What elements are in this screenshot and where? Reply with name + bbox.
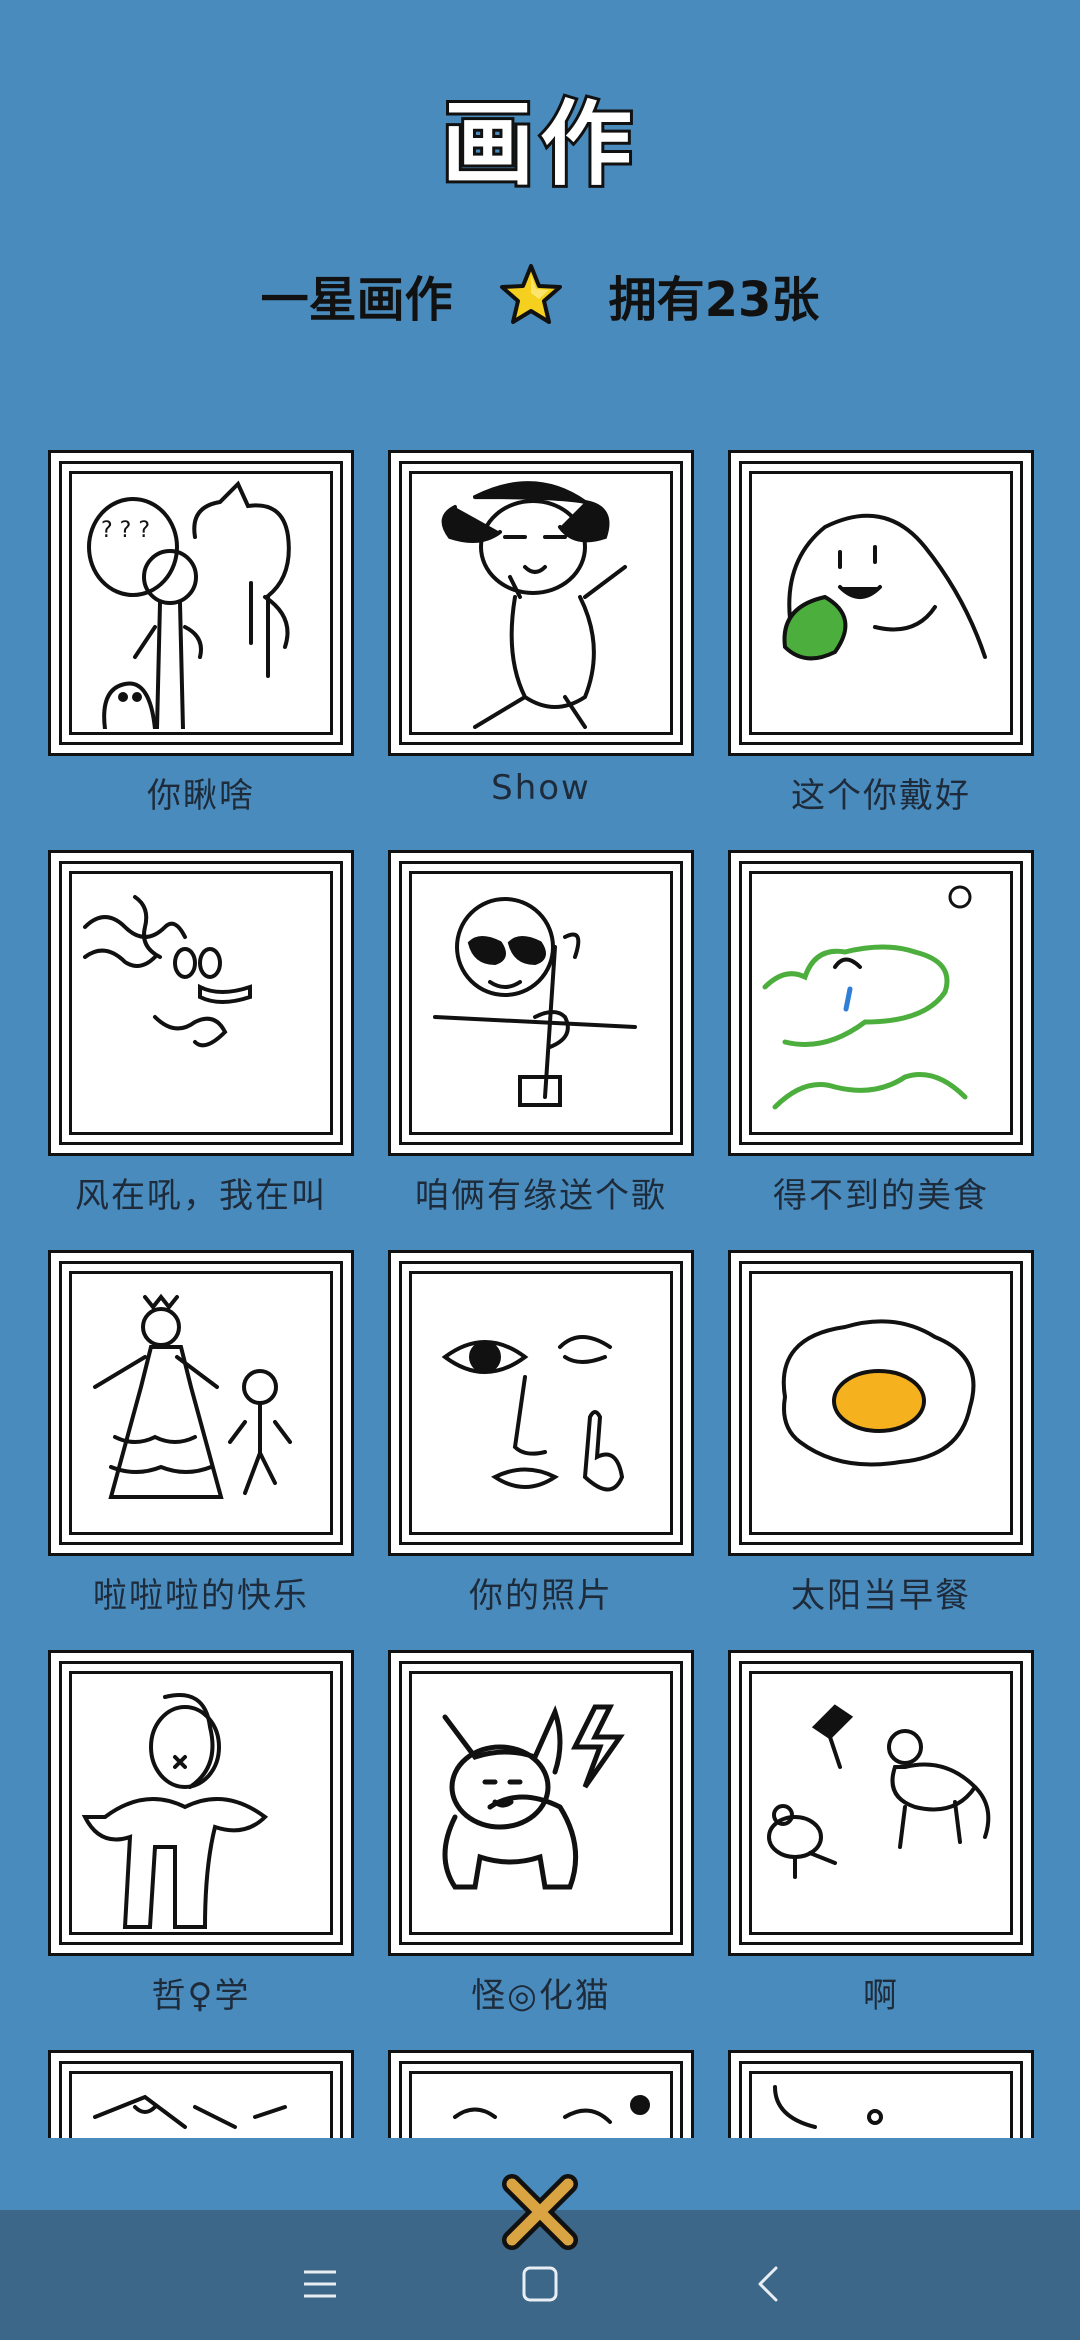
painting-art [762,885,972,1110]
painting-label: 你的照片 [469,1576,613,1616]
painting-card[interactable]: 太阳当早餐 [728,1250,1034,1617]
page-title: 画作 [439,88,638,201]
painting-frame [48,850,354,1156]
painting-frame: ? ? ? [48,450,354,756]
painting-label: 啊 [863,1976,899,2016]
painting-card[interactable]: 啦啦啦的快乐 [48,1250,354,1617]
painting-frame [728,450,1034,756]
painting-art [81,1693,269,1929]
rarity-category-label: 一星画作 [260,272,453,328]
painting-frame [388,1250,694,1556]
painting-label: 咱俩有缘送个歌 [415,1176,667,1216]
painting-art [781,1319,976,1467]
painting-label: 你瞅啥 [147,776,255,816]
painting-label: 啦啦啦的快乐 [93,1576,309,1616]
painting-card[interactable]: 怪◎化猫 [388,1650,694,2017]
owned-count: 拥有23张 [608,272,820,328]
painting-card[interactable]: Show [388,450,694,808]
painting-art [773,2085,883,2129]
painting-art [93,2094,287,2129]
painting-frame [48,1250,354,1556]
painting-art [453,2095,650,2124]
painting-card[interactable]: 咱俩有缘送个歌 [388,850,694,1217]
menu-icon[interactable] [298,2262,342,2306]
star-icon [499,264,562,324]
painting-label: 这个你戴好 [791,776,971,816]
painting-art [441,481,627,729]
painting-frame [388,850,694,1156]
painting-card[interactable]: 这个你戴好 [728,450,1034,817]
painting-grid: ? ? ? 你瞅啥 Show 这个你戴好 风在吼，我在叫 咱俩有缘送个歌 得不到… [0,450,1080,2138]
painting-card[interactable] [388,2050,694,2138]
painting-art [767,1704,991,1879]
painting-label: 风在吼，我在叫 [75,1176,327,1216]
painting-card[interactable] [48,2050,354,2138]
painting-art: ? ? ? [87,480,291,729]
painting-card[interactable]: 你的照片 [388,1250,694,1617]
painting-frame [388,2050,694,2138]
painting-card[interactable] [728,2050,1034,2138]
painting-card[interactable]: 风在吼，我在叫 [48,850,354,1217]
painting-frame [728,2050,1034,2138]
painting-card[interactable]: 得不到的美食 [728,850,1034,1217]
painting-frame [388,1650,694,1956]
painting-art [433,897,637,1107]
painting-label: 怪◎化猫 [471,1976,611,2016]
close-x-icon[interactable] [500,2172,580,2252]
back-chevron-icon[interactable] [748,2262,792,2306]
painting-frame [388,450,694,756]
svg-text:? ? ?: ? ? ? [101,518,150,543]
painting-art [93,1293,292,1499]
painting-art [782,513,987,661]
painting-label: 得不到的美食 [773,1176,989,1216]
rarity-summary: 一星画作 拥有23张 [0,255,1080,335]
painting-label: 哲♀学 [151,1976,251,2016]
painting-card[interactable]: 哲♀学 [48,1650,354,2017]
painting-art [83,895,252,1048]
painting-label: Show [491,768,591,808]
painting-frame [48,1650,354,1956]
home-square-icon[interactable] [518,2262,562,2306]
painting-label: 太阳当早餐 [791,1576,971,1616]
painting-art [441,1335,625,1492]
painting-frame [48,2050,354,2138]
painting-frame [728,1250,1034,1556]
painting-frame [728,850,1034,1156]
painting-card[interactable]: ? ? ? 你瞅啥 [48,450,354,817]
painting-art [442,1704,625,1890]
painting-frame [728,1650,1034,1956]
painting-card[interactable]: 啊 [728,1650,1034,2017]
